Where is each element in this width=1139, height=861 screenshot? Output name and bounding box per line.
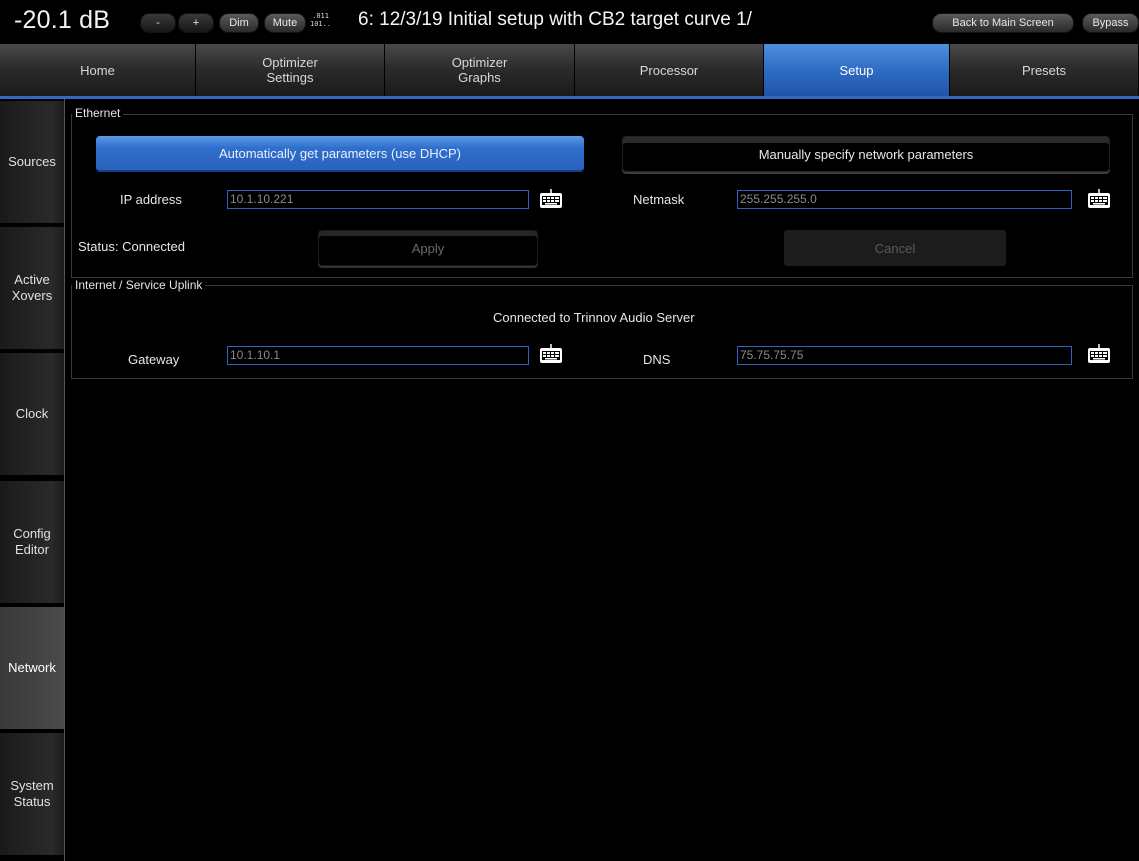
tab-label: Presets	[1021, 62, 1067, 78]
cancel-button-label: Cancel	[874, 240, 916, 256]
tab-label: Optimizer Settings	[262, 55, 318, 85]
tab-processor[interactable]: Processor	[575, 44, 764, 96]
volume-up-button[interactable]: +	[178, 13, 214, 33]
sidebar-item-system-status[interactable]: System Status	[0, 733, 64, 857]
gateway-field[interactable]: 10.1.10.1	[227, 346, 529, 365]
ip-keyboard-icon[interactable]	[538, 188, 564, 210]
sidebar-item-label: Active Xovers	[11, 272, 53, 303]
tab-home[interactable]: Home	[0, 44, 196, 96]
netmask-label: Netmask	[633, 192, 685, 207]
ethernet-legend: Ethernet	[72, 106, 124, 120]
dim-button[interactable]: Dim	[219, 13, 259, 33]
dns-field[interactable]: 75.75.75.75	[737, 346, 1072, 365]
sidebar-item-network[interactable]: Network	[0, 607, 64, 731]
preset-title: 6: 12/3/19 Initial setup with CB2 target…	[358, 9, 752, 30]
binary-indicator[interactable]: .011 101..	[310, 12, 331, 28]
binary-line-1: .011	[312, 12, 329, 20]
netmask-keyboard-icon[interactable]	[1086, 188, 1112, 210]
tab-label: Processor	[639, 62, 699, 78]
dns-keyboard-icon[interactable]	[1086, 343, 1112, 365]
gateway-label: Gateway	[128, 352, 180, 367]
ip-address-field[interactable]: 10.1.10.221	[227, 190, 529, 209]
volume-down-button[interactable]: -	[140, 13, 176, 33]
manual-network-button[interactable]: Manually specify network parameters	[622, 136, 1110, 172]
back-to-main-button[interactable]: Back to Main Screen	[932, 13, 1074, 33]
volume-readout: -20.1 dB	[14, 6, 111, 34]
tab-label: Setup	[839, 62, 874, 78]
ip-address-label: IP address	[120, 192, 182, 207]
sidebar-item-label: Config Editor	[13, 526, 51, 557]
uplink-status: Connected to Trinnov Audio Server	[493, 310, 695, 325]
tab-optimizer-graphs[interactable]: Optimizer Graphs	[385, 44, 575, 96]
uplink-legend: Internet / Service Uplink	[72, 278, 206, 292]
tab-label: Home	[80, 62, 115, 78]
apply-button[interactable]: Apply	[318, 230, 538, 266]
sidebar-item-label: Clock	[15, 406, 49, 421]
side-nav: Sources Active Xovers Clock Config Edito…	[0, 99, 64, 861]
dns-label: DNS	[643, 352, 671, 367]
dhcp-button-label: Automatically get parameters (use DHCP)	[218, 145, 462, 161]
tab-presets[interactable]: Presets	[950, 44, 1139, 96]
apply-button-label: Apply	[411, 240, 445, 256]
gateway-keyboard-icon[interactable]	[538, 343, 564, 365]
mute-button[interactable]: Mute	[264, 13, 306, 33]
bypass-button[interactable]: Bypass	[1082, 13, 1139, 33]
tab-setup[interactable]: Setup	[764, 44, 950, 96]
ethernet-status: Status: Connected	[78, 239, 185, 254]
main-tab-bar: Home Optimizer Settings Optimizer Graphs…	[0, 44, 1139, 96]
sidebar-item-clock[interactable]: Clock	[0, 353, 64, 477]
dhcp-button[interactable]: Automatically get parameters (use DHCP)	[96, 136, 584, 172]
tab-underline	[0, 96, 1139, 99]
cancel-button[interactable]: Cancel	[784, 230, 1006, 266]
sidebar-item-active-xovers[interactable]: Active Xovers	[0, 227, 64, 351]
sidebar-item-label: System Status	[10, 778, 54, 809]
sidebar-item-label: Network	[8, 660, 56, 675]
sidebar-divider	[64, 99, 65, 861]
binary-line-2: 101..	[310, 20, 332, 28]
manual-network-button-label: Manually specify network parameters	[758, 146, 974, 162]
sidebar-item-config-editor[interactable]: Config Editor	[0, 481, 64, 605]
tab-label: Optimizer Graphs	[451, 55, 508, 85]
sidebar-item-sources[interactable]: Sources	[0, 101, 64, 225]
sidebar-item-label: Sources	[8, 154, 56, 169]
tab-optimizer-settings[interactable]: Optimizer Settings	[196, 44, 385, 96]
netmask-field[interactable]: 255.255.255.0	[737, 190, 1072, 209]
top-status-bar: -20.1 dB - + Dim Mute .011 101.. 6: 12/3…	[0, 0, 1139, 44]
